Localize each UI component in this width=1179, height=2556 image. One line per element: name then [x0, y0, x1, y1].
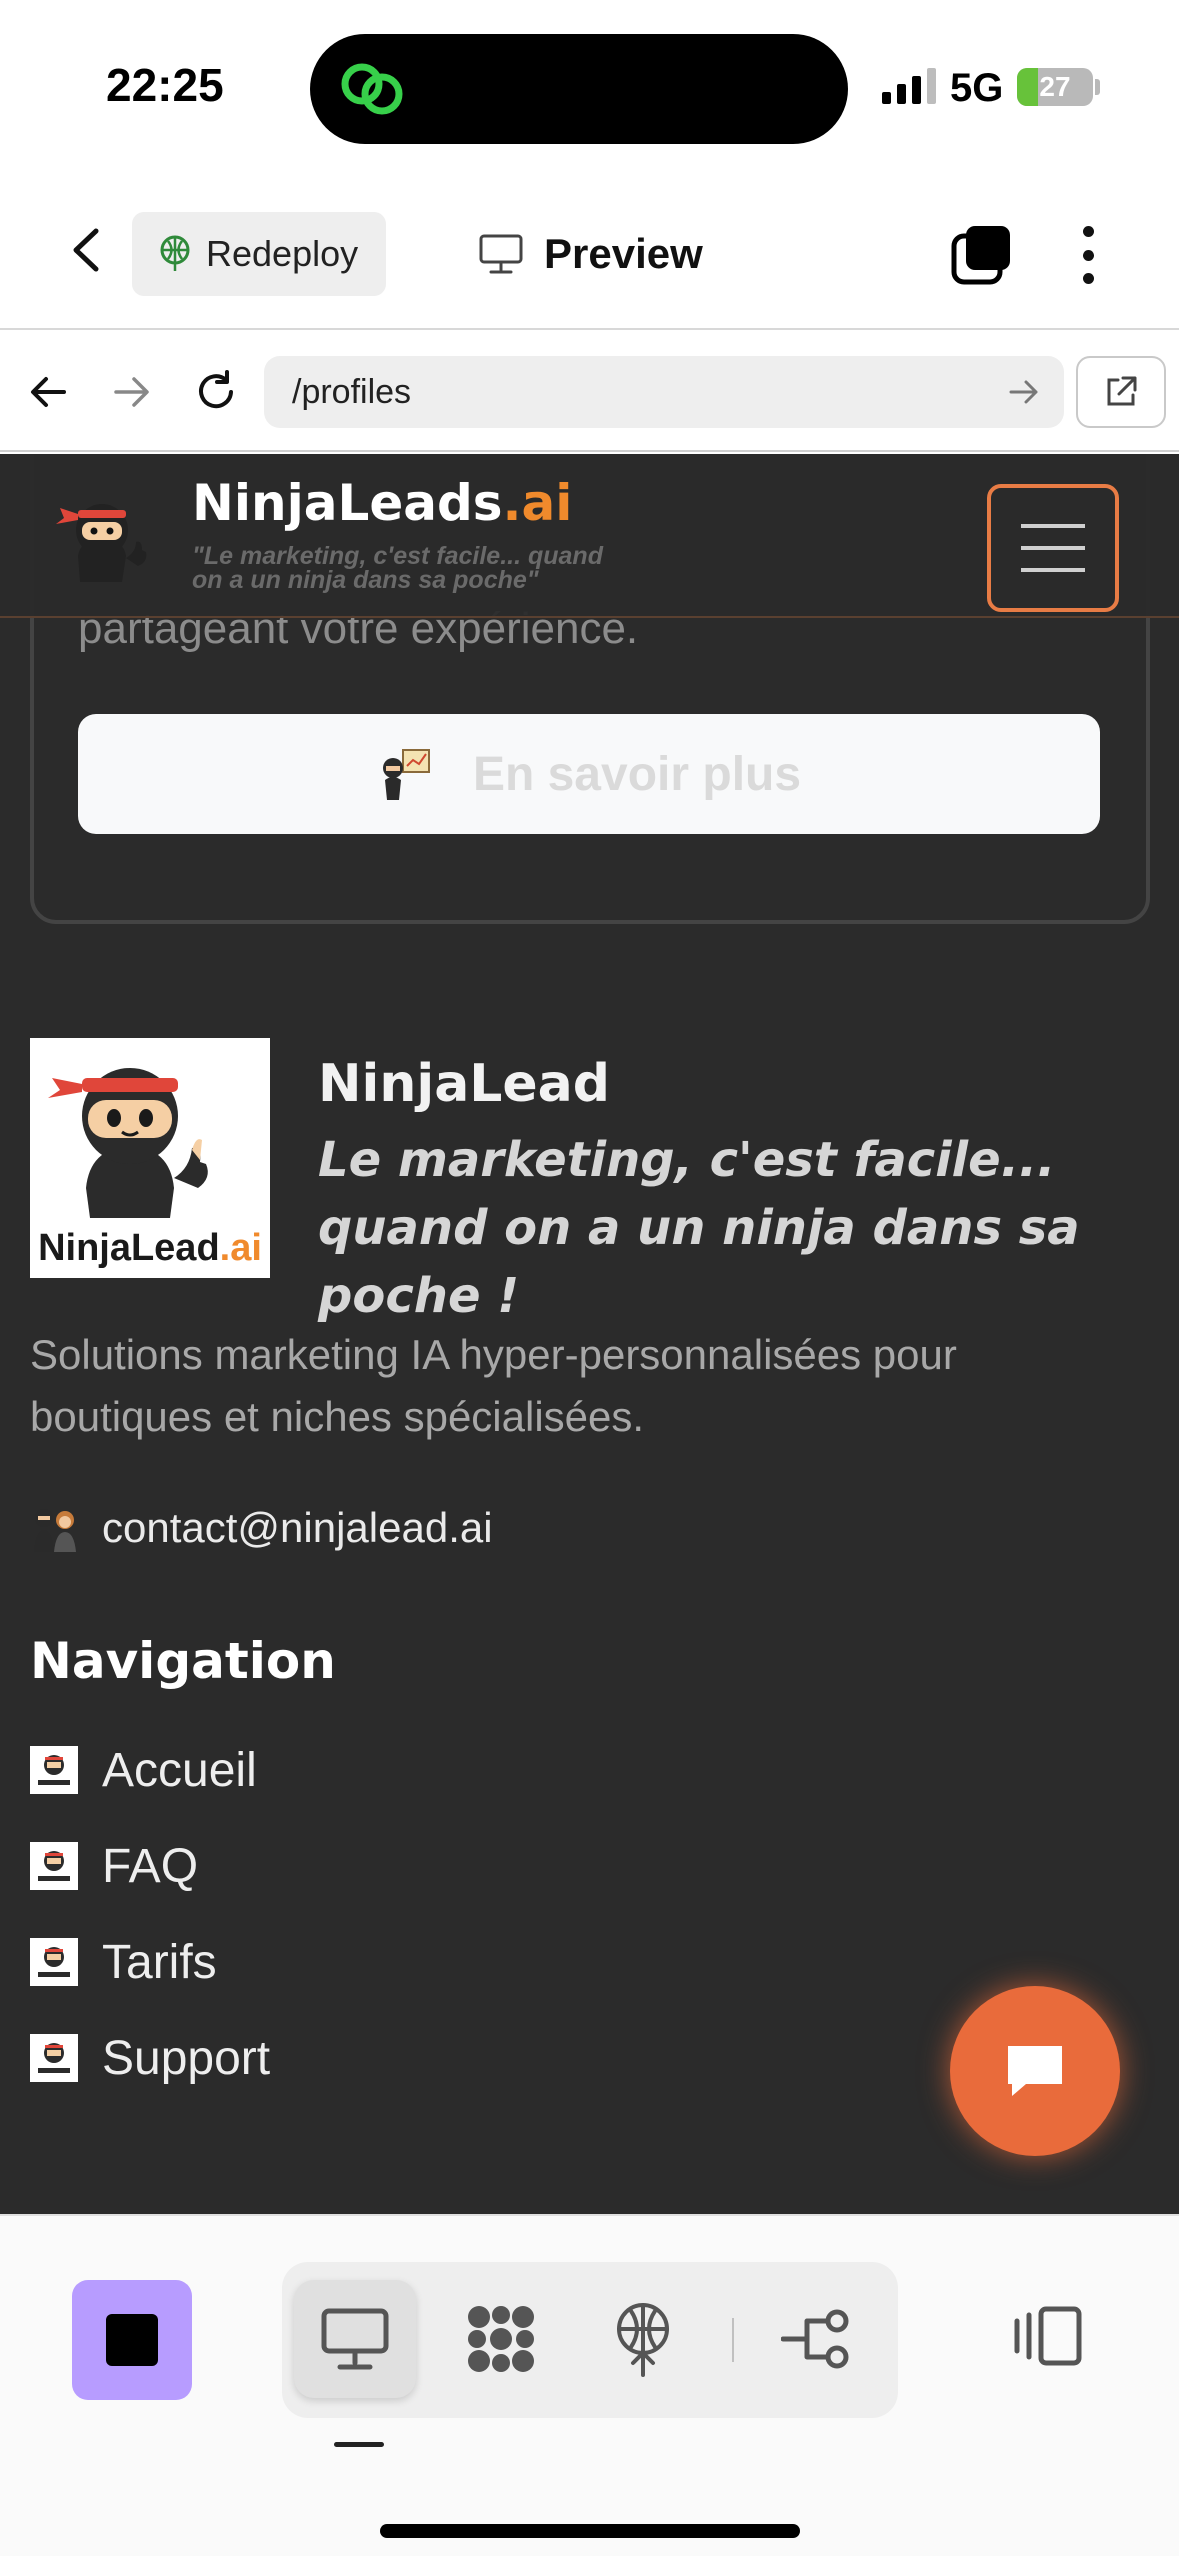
tabs-icon[interactable]	[950, 222, 1014, 286]
ninja-mascot-icon: NinjaLead.ai	[38, 1068, 262, 1269]
monitor-icon[interactable]	[294, 2280, 416, 2398]
dynamic-island	[310, 34, 848, 144]
browser-back-button[interactable]	[18, 362, 78, 422]
contact-link[interactable]: contact@ninjalead.ai	[30, 1502, 493, 1554]
footer-nav-label: Accueil	[102, 1743, 257, 1797]
site-header: NinjaLeads.ai "Le marketing, c'est facil…	[0, 454, 1179, 618]
battery-icon: 27	[1017, 68, 1093, 106]
open-external-button[interactable]	[1076, 356, 1166, 428]
hamburger-menu-button[interactable]	[987, 484, 1119, 612]
reload-button[interactable]	[186, 362, 246, 422]
learn-more-label: En savoir plus	[472, 747, 802, 801]
monitor-icon	[479, 234, 523, 274]
ninjalead-logo-icon	[30, 1938, 78, 1986]
go-arrow-icon[interactable]	[1006, 374, 1042, 410]
cellular-signal-icon	[882, 66, 936, 104]
active-tab-indicator	[334, 2442, 384, 2447]
logo-word: NinjaLead	[38, 1227, 220, 1269]
status-bar: 22:25 5G 27	[0, 0, 1179, 170]
layout-icon[interactable]	[1002, 2286, 1092, 2386]
ninjalead-logo-icon	[30, 2034, 78, 2082]
redeploy-button[interactable]: Redeploy	[132, 212, 386, 296]
stop-icon	[106, 2314, 158, 2366]
footer-nav-label: FAQ	[102, 1839, 199, 1893]
url-field[interactable]: /profiles	[264, 356, 1064, 428]
app-toolbar: Redeploy Preview	[0, 170, 1179, 330]
footer-nav-tarifs[interactable]: Tarifs	[30, 1914, 270, 2010]
bottom-toolbar	[0, 2214, 1179, 2556]
footer-nav-list: Accueil FAQ Tarifs Support	[30, 1722, 270, 2106]
ninjalead-logo-icon	[30, 1842, 78, 1890]
ninja-team-icon	[34, 1509, 76, 1552]
view-switcher	[282, 2262, 898, 2418]
network-type: 5G	[950, 66, 1004, 110]
url-text: /profiles	[292, 372, 412, 411]
learn-more-button[interactable]: En savoir plus	[78, 714, 1100, 834]
brand-suffix: .ai	[502, 474, 573, 532]
chat-bubble-icon	[1008, 2046, 1062, 2096]
reload-icon	[199, 370, 233, 409]
footer-nav-label: Tarifs	[102, 1935, 217, 1989]
contact-email: contact@ninjalead.ai	[102, 1504, 493, 1551]
arrow-right-icon	[114, 377, 149, 407]
workflow-icon[interactable]	[756, 2280, 878, 2398]
battery-tip	[1095, 79, 1100, 95]
segment-divider	[732, 2318, 734, 2362]
ninjalead-logo-icon	[30, 1746, 78, 1794]
footer-nav-accueil[interactable]: Accueil	[30, 1722, 270, 1818]
logo-word-suffix: .ai	[220, 1227, 262, 1269]
redeploy-label: Redeploy	[206, 233, 359, 274]
preview-tab[interactable]: Preview	[478, 218, 703, 290]
svg-text:NinjaLead.ai: NinjaLead.ai	[38, 1227, 262, 1269]
company-description: Solutions marketing IA hyper-personnalis…	[30, 1331, 957, 1440]
arrow-left-icon	[31, 377, 66, 407]
footer-nav-label: Support	[102, 2031, 271, 2085]
company-name: NinjaLead	[318, 1054, 610, 1114]
ninjalead-logo: NinjaLead.ai	[30, 1038, 270, 1278]
deploy-globe-icon	[160, 235, 190, 271]
stop-button[interactable]	[72, 2280, 192, 2400]
ninja-presenting-icon	[382, 749, 430, 800]
preview-label: Preview	[544, 230, 703, 277]
battery-level: 27	[1039, 71, 1071, 102]
company-slogan: Le marketing, c'est facile... quand on a…	[318, 1132, 1080, 1324]
ninja-mascot-icon[interactable]	[50, 494, 162, 590]
modules-icon[interactable]	[440, 2280, 562, 2398]
external-link-icon	[1107, 376, 1137, 406]
browser-bar: /profiles	[0, 332, 1179, 452]
link-rings-icon	[341, 63, 403, 115]
chat-button[interactable]	[950, 1986, 1120, 2156]
deploy-icon[interactable]	[582, 2280, 704, 2398]
web-page: partageant votre expérience. En savoir p…	[0, 454, 1179, 2214]
back-button[interactable]	[58, 222, 114, 278]
more-vertical-icon[interactable]	[1066, 220, 1110, 290]
footer-nav-faq[interactable]: FAQ	[30, 1818, 270, 1914]
clock: 22:25	[106, 59, 224, 111]
brand-main: NinjaLeads	[192, 474, 503, 532]
header-tagline: "Le marketing, c'est facile... quand on …	[192, 542, 603, 594]
footer-nav-support[interactable]: Support	[30, 2010, 270, 2106]
footer-nav-title: Navigation	[30, 1632, 336, 1690]
browser-forward-button[interactable]	[102, 362, 162, 422]
home-indicator[interactable]	[380, 2524, 800, 2538]
brand-title[interactable]: NinjaLeads.ai	[192, 474, 572, 532]
chevron-left-icon	[73, 228, 99, 272]
